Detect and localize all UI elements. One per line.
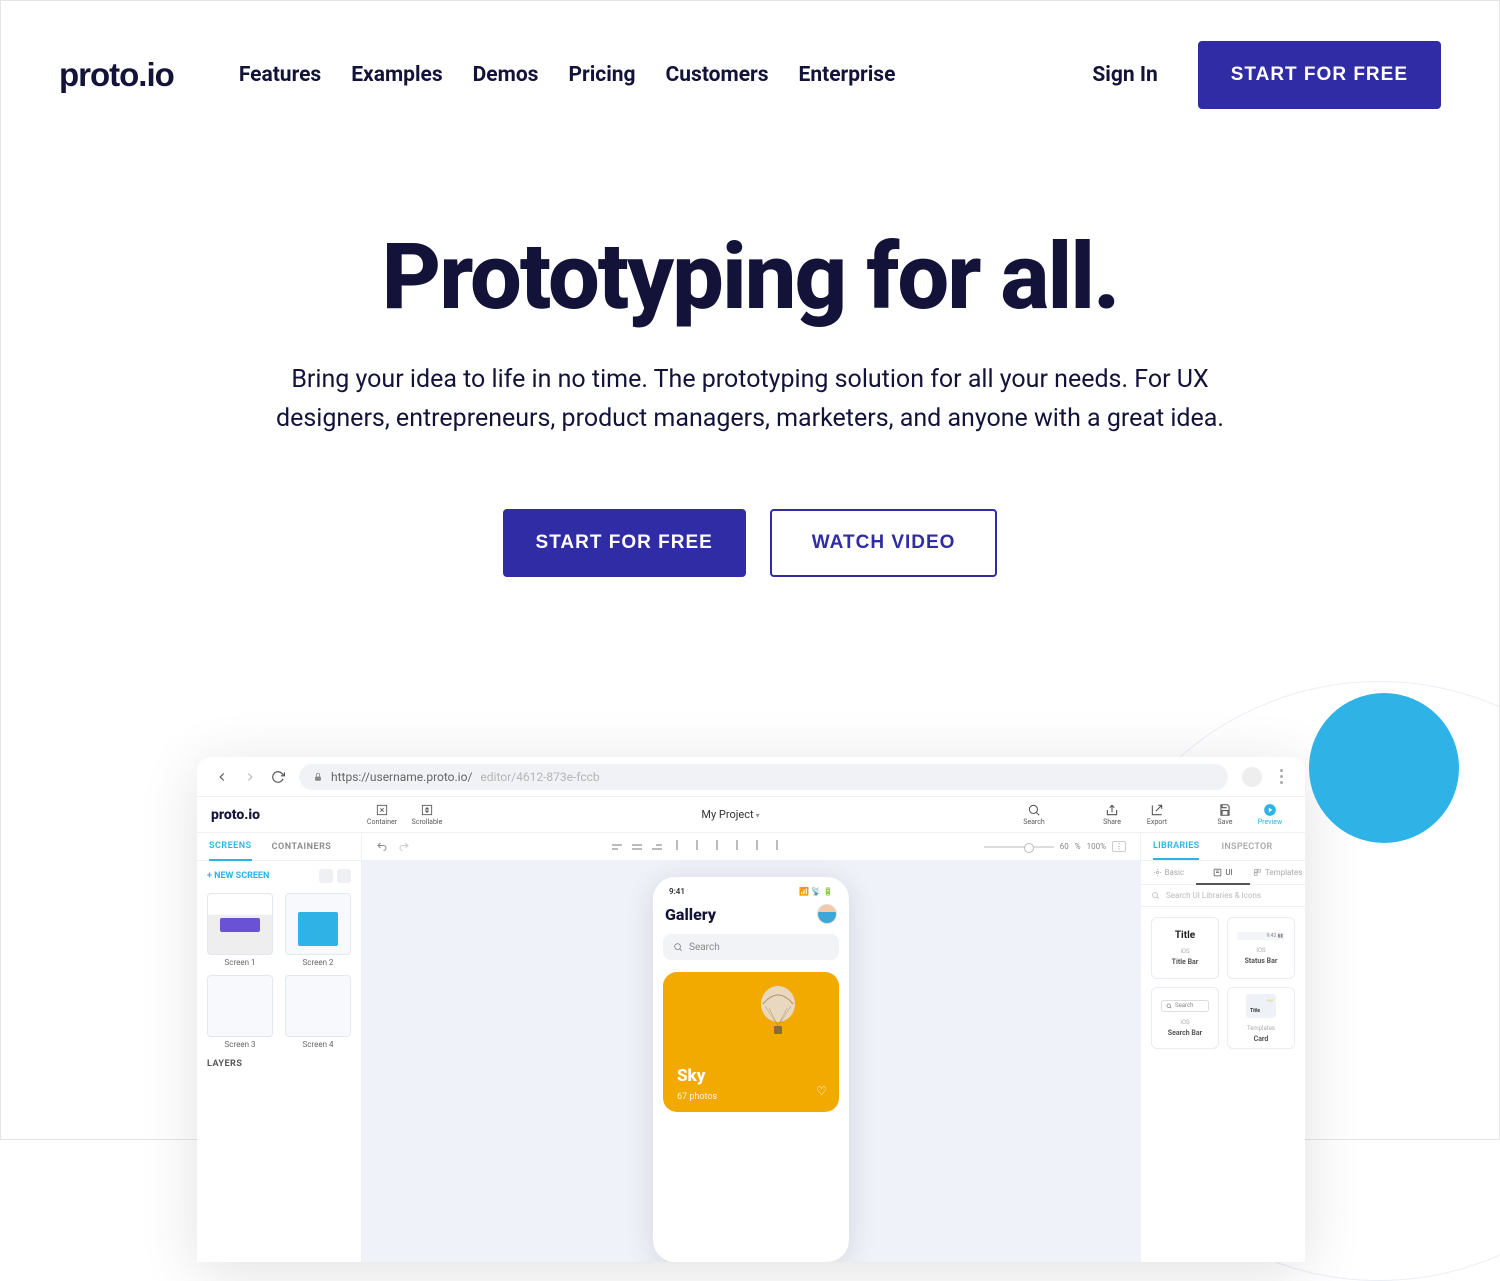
phone-status-icons: 📶 📡 🔋 [799, 887, 833, 896]
project-title[interactable]: My Project [448, 808, 1013, 821]
screen-label: Screen 4 [285, 1040, 351, 1049]
gallery-avatar[interactable] [817, 904, 837, 924]
url-base: https://username.proto.io/ [331, 770, 472, 784]
back-icon[interactable] [215, 770, 229, 784]
app-logo[interactable]: proto.io [211, 807, 361, 823]
lib-item-card[interactable]: Templates Card [1227, 987, 1295, 1049]
browser-avatar[interactable] [1242, 767, 1262, 787]
zoom-options-icon[interactable]: ⋮ [1112, 841, 1126, 852]
opacity-slider[interactable] [984, 846, 1054, 848]
screen-label: Screen 1 [207, 958, 273, 967]
search-icon [1151, 891, 1160, 900]
start-free-hero-button[interactable]: START FOR FREE [503, 509, 746, 577]
align-tool[interactable] [612, 844, 622, 850]
lib-tab-ui[interactable]: UI [1196, 861, 1251, 885]
save-icon [1218, 803, 1232, 817]
lib-item-status-bar[interactable]: 9:42 ▮▮ iOS Status Bar [1227, 917, 1295, 979]
view-list-icon[interactable] [337, 869, 351, 883]
nav-enterprise[interactable]: Enterprise [799, 63, 896, 87]
heart-icon[interactable]: ♡ [816, 1084, 827, 1098]
align-tool[interactable] [672, 844, 682, 850]
screen-thumb-2[interactable] [285, 893, 351, 955]
align-tool[interactable] [752, 844, 762, 850]
search-icon [673, 942, 683, 952]
watch-video-button[interactable]: WATCH VIDEO [770, 509, 998, 577]
card-title: Sky [677, 1066, 705, 1086]
screen-thumb-1[interactable] [207, 893, 273, 955]
balloon-icon [755, 986, 801, 1042]
ui-icon [1213, 868, 1222, 877]
gallery-card[interactable]: Sky 67 photos ♡ [663, 972, 839, 1112]
container-tool[interactable]: Container [361, 803, 403, 826]
hero-subtitle: Bring your idea to life in no time. The … [250, 361, 1250, 439]
align-tool[interactable] [732, 844, 742, 850]
tab-screens[interactable]: SCREENS [209, 833, 252, 861]
align-tool[interactable] [632, 844, 642, 850]
redo-icon[interactable] [398, 841, 410, 853]
decor-circle [1309, 693, 1459, 843]
preview-tool[interactable]: Preview [1249, 803, 1291, 826]
align-tool[interactable] [692, 844, 702, 850]
align-tool[interactable] [772, 844, 782, 850]
lib-item-search-bar[interactable]: Search iOS Search Bar [1151, 987, 1219, 1049]
layers-heading[interactable]: LAYERS [207, 1059, 351, 1069]
screen-label: Screen 2 [285, 958, 351, 967]
tab-inspector[interactable]: INSPECTOR [1221, 842, 1272, 852]
lock-icon [313, 772, 323, 782]
zoom-value[interactable]: 100% [1087, 842, 1106, 851]
tab-libraries[interactable]: LIBRARIES [1153, 841, 1199, 860]
align-tool[interactable] [652, 844, 662, 850]
gallery-title: Gallery [665, 905, 716, 924]
share-icon [1105, 803, 1119, 817]
tab-containers[interactable]: CONTAINERS [272, 834, 332, 860]
phone-search[interactable]: Search [663, 934, 839, 960]
library-search[interactable]: Search UI Libraries & Icons [1141, 885, 1305, 907]
screen-label: Screen 3 [207, 1040, 273, 1049]
opacity-value: 60 [1060, 842, 1069, 851]
hero-title: Prototyping for all. [41, 224, 1459, 331]
reload-icon[interactable] [271, 770, 285, 784]
export-icon [1150, 803, 1164, 817]
signin-link[interactable]: Sign In [1092, 63, 1157, 87]
start-free-nav-button[interactable]: START FOR FREE [1198, 41, 1441, 109]
nav-pricing[interactable]: Pricing [568, 63, 635, 87]
search-icon [1027, 803, 1041, 817]
phone-mockup[interactable]: 9:41 📶 📡 🔋 Gallery Search [653, 877, 849, 1262]
templates-icon [1253, 868, 1262, 877]
basic-icon [1153, 868, 1162, 877]
app-screenshot: https://username.proto.io/editor/4612-87… [197, 757, 1305, 1262]
url-path: editor/4612-873e-fccb [480, 770, 599, 784]
nav-customers[interactable]: Customers [666, 63, 769, 87]
save-tool[interactable]: Save [1204, 803, 1246, 826]
lib-tab-templates[interactable]: Templates [1250, 861, 1305, 884]
preview-icon [1263, 803, 1277, 817]
screen-thumb-4[interactable] [285, 975, 351, 1037]
align-tool[interactable] [712, 844, 722, 850]
lib-item-title-bar[interactable]: Title iOS Title Bar [1151, 917, 1219, 979]
search-tool[interactable]: Search [1013, 803, 1055, 826]
phone-time: 9:41 [669, 887, 685, 896]
lib-tab-basic[interactable]: Basic [1141, 861, 1196, 884]
share-tool[interactable]: Share [1091, 803, 1133, 826]
browser-menu-icon[interactable] [1276, 769, 1287, 784]
brand-logo[interactable]: proto.io [59, 56, 174, 94]
scrollable-tool[interactable]: Scrollable [406, 803, 448, 826]
undo-icon[interactable] [376, 841, 388, 853]
opacity-unit: % [1075, 842, 1081, 851]
canvas[interactable]: 9:41 📶 📡 🔋 Gallery Search [362, 861, 1140, 1262]
screen-thumb-3[interactable] [207, 975, 273, 1037]
card-subtitle: 67 photos [677, 1092, 717, 1102]
view-grid-icon[interactable] [319, 869, 333, 883]
nav-features[interactable]: Features [239, 63, 321, 87]
export-tool[interactable]: Export [1136, 803, 1178, 826]
new-screen-button[interactable]: + NEW SCREEN [207, 871, 269, 881]
nav-examples[interactable]: Examples [351, 63, 442, 87]
forward-icon[interactable] [243, 770, 257, 784]
nav-demos[interactable]: Demos [473, 63, 539, 87]
url-bar[interactable]: https://username.proto.io/editor/4612-87… [299, 764, 1228, 790]
